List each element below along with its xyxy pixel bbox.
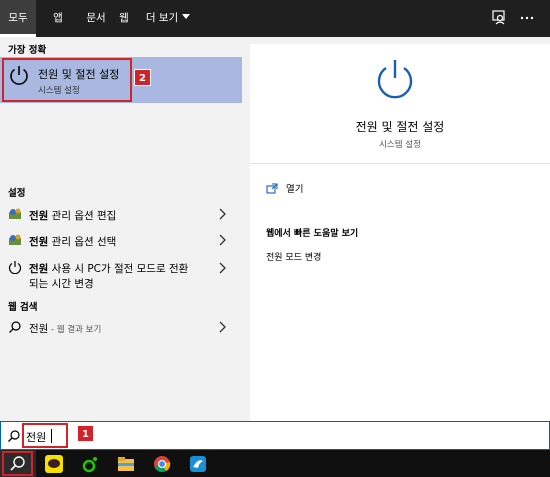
open-action[interactable]: 열기 (266, 181, 303, 195)
control-panel-icon (9, 234, 21, 245)
chevron-right-icon (219, 234, 226, 246)
settings-item-label-line2: 되는 시간 변경 (29, 278, 94, 290)
annotation-badge-2: 2 (134, 69, 151, 86)
open-icon (266, 183, 278, 194)
tab-web[interactable]: 웹 (114, 0, 134, 37)
settings-item-label: 관리 옵션 편집 (48, 210, 117, 222)
web-help-heading: 웹에서 빠른 도움말 보기 (266, 229, 359, 239)
feedback-icon[interactable] (490, 9, 508, 27)
taskbar-app[interactable] (144, 450, 180, 477)
tab-all[interactable]: 모두 (0, 0, 36, 37)
chevron-down-icon (182, 14, 191, 19)
web-search-item[interactable]: 전원 - 웹 결과 보기 (0, 316, 242, 340)
settings-item[interactable]: 전원 사용 시 PC가 절전 모드로 전환되는 시간 변경 (0, 256, 242, 290)
tab-more-label: 더 보기 (145, 12, 179, 24)
open-label: 열기 (286, 184, 304, 195)
chrome-icon (154, 456, 171, 473)
search-icon (9, 321, 21, 333)
settings-item[interactable]: 전원 관리 옵션 편집 (0, 203, 242, 227)
kakaotalk-icon (45, 455, 63, 473)
power-icon (377, 60, 413, 99)
settings-item-keyword: 전원 (29, 210, 49, 222)
taskbar-app[interactable] (180, 450, 216, 477)
divider (250, 163, 550, 164)
app-icon (190, 456, 206, 472)
tab-documents[interactable]: 문서 (78, 0, 114, 37)
search-icon (8, 430, 20, 442)
tab-more[interactable]: 더 보기 (140, 0, 196, 37)
more-options-icon[interactable] (518, 9, 536, 27)
control-panel-icon (9, 208, 21, 219)
tab-apps[interactable]: 앱 (44, 0, 72, 37)
web-search-keyword: 전원 (29, 323, 49, 335)
settings-item-keyword: 전원 (29, 236, 49, 248)
preview-title: 전원 및 절전 설정 (355, 120, 445, 134)
chevron-right-icon (219, 321, 226, 333)
web-search-heading: 웹 검색 (8, 302, 38, 313)
chevron-right-icon (219, 262, 226, 274)
settings-item-keyword: 전원 (29, 263, 49, 275)
settings-item-label: 관리 옵션 선택 (48, 236, 117, 248)
highlight-box (2, 58, 132, 102)
web-search-sub: - 웹 결과 보기 (48, 325, 102, 335)
power-icon (8, 261, 22, 274)
settings-heading: 설정 (8, 188, 26, 199)
annotation-badge-1: 1 (77, 425, 94, 442)
settings-item-label: 사용 시 PC가 절전 모드로 전환 (48, 263, 189, 275)
settings-item[interactable]: 전원 관리 옵션 선택 (0, 229, 242, 253)
highlight-box (2, 451, 33, 476)
preview-pane: 전원 및 절전 설정 시스템 설정 열기 웹에서 빠른 도움말 보기 전원 모드… (250, 44, 550, 421)
highlight-box (22, 423, 68, 448)
taskbar (0, 450, 550, 477)
results-pane: 가장 정확 전원 및 절전 설정 시스템 설정 2 설정 전원 관리 옵션 편집… (0, 37, 242, 421)
file-explorer-icon (118, 457, 134, 471)
naver-whale-icon (82, 457, 97, 473)
search-tab-bar: 모두 앱 문서 웹 더 보기 (0, 0, 550, 37)
preview-subtitle: 시스템 설정 (379, 140, 421, 150)
taskbar-app[interactable] (108, 450, 144, 477)
best-match-heading: 가장 정확 (8, 45, 47, 56)
taskbar-app[interactable] (72, 450, 108, 477)
chevron-right-icon (219, 208, 226, 220)
web-help-link[interactable]: 전원 모드 변경 (266, 250, 321, 263)
taskbar-app[interactable] (36, 450, 72, 477)
